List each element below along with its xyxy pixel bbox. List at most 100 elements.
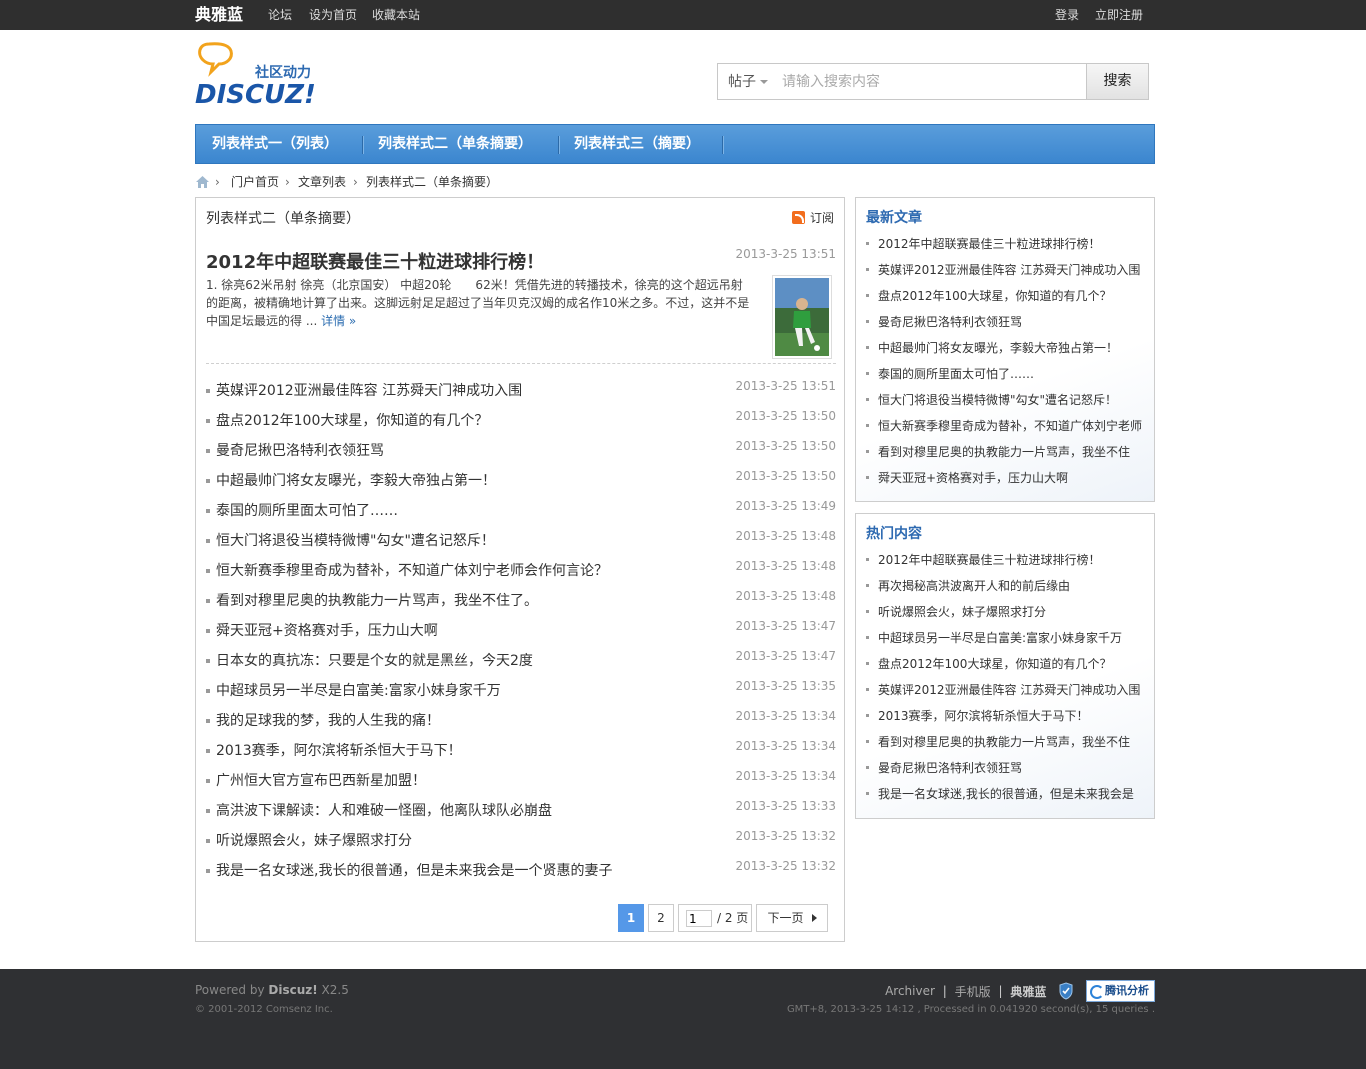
article-title-link[interactable]: 中超球员另一半尽是白富美:富家小妹身家千万 xyxy=(216,681,501,701)
featured-article-thumbnail[interactable] xyxy=(772,275,832,359)
article-title-link[interactable]: 广州恒大官方宣布巴西新星加盟！ xyxy=(216,771,426,791)
sidebar-article-link[interactable]: 泰国的厕所里面太可怕了…… xyxy=(866,366,1142,392)
article-title-link[interactable]: 舜天亚冠+资格赛对手，压力山大啊 xyxy=(216,621,438,641)
sidebar-article-link[interactable]: 恒大新赛季穆里奇成为替补，不知道广体刘宁老师 xyxy=(866,418,1142,444)
bullet-icon xyxy=(206,749,210,753)
featured-summary-text: 1. 徐亮62米吊射 徐亮（北京国安） 中超20轮 62米！凭借先进的转播技术，… xyxy=(206,278,750,328)
sidebar-article-link[interactable]: 英媒评2012亚洲最佳阵容 江苏舜天门神成功入围 xyxy=(866,682,1140,708)
site-brand-link[interactable]: 典雅蓝 xyxy=(195,5,243,25)
powered-by: Powered by Discuz! X2.5 xyxy=(195,983,349,997)
sidebar-article-link[interactable]: 2012年中超联赛最佳三十粒进球排行榜！ xyxy=(866,552,1140,578)
list-item: 曼奇尼揪巴洛特利衣领狂骂 2013-3-25 13:50 xyxy=(206,436,836,466)
sidebar-article-link[interactable]: 曼奇尼揪巴洛特利衣领狂骂 xyxy=(866,314,1142,340)
bullet-icon xyxy=(206,449,210,453)
article-title-link[interactable]: 恒大门将退役当模特微博"勾女"遭名记怒斥！ xyxy=(216,531,495,551)
sidebar-article-link[interactable]: 英媒评2012亚洲最佳阵容 江苏舜天门神成功入围 xyxy=(866,262,1142,288)
nav-divider xyxy=(722,136,723,154)
list-item: 中超球员另一半尽是白富美:富家小妹身家千万 2013-3-25 13:35 xyxy=(206,676,836,706)
bullet-icon xyxy=(206,539,210,543)
register-link[interactable]: 立即注册 xyxy=(1095,8,1143,22)
panel-heading: 列表样式二（单条摘要） xyxy=(206,211,360,227)
read-more-link[interactable]: 详情 » xyxy=(321,314,356,328)
nav-item-list-style-3[interactable]: 列表样式三（摘要） xyxy=(574,125,700,163)
page-total-label: / 2 页 xyxy=(717,911,749,925)
sidebar-article-link[interactable]: 盘点2012年100大球星，你知道的有几个？ xyxy=(866,288,1142,314)
article-title-link[interactable]: 日本女的真抗冻：只要是个女的就是黑丝，今天2度 xyxy=(216,651,533,671)
featured-article-title[interactable]: 2012年中超联赛最佳三十粒进球排行榜！ xyxy=(206,248,544,274)
bullet-icon xyxy=(206,659,210,663)
list-item: 广州恒大官方宣布巴西新星加盟！ 2013-3-25 13:34 xyxy=(206,766,836,796)
sidebar-article-link[interactable]: 再次揭秘高洪波离开人和的前后缘由 xyxy=(866,578,1140,604)
next-page-button[interactable]: 下一页 xyxy=(756,904,828,932)
article-title-link[interactable]: 我是一名女球迷,我长的很普通，但是未来我会是一个贤惠的妻子 xyxy=(216,861,612,881)
nav-divider xyxy=(558,136,559,154)
article-title-link[interactable]: 中超最帅门将女友曝光，李毅大帝独占第一！ xyxy=(216,471,496,491)
sidebar-article-link[interactable]: 看到对穆里尼奥的执教能力一片骂声，我坐不住 xyxy=(866,734,1140,760)
discuz-logo[interactable]: 社区动力 DISCUZ! xyxy=(195,40,335,110)
latest-articles-list: 2012年中超联赛最佳三十粒进球排行榜！ 英媒评2012亚洲最佳阵容 江苏舜天门神… xyxy=(866,236,1142,496)
shield-icon[interactable] xyxy=(1058,982,1074,1000)
article-title-link[interactable]: 泰国的厕所里面太可怕了…… xyxy=(216,501,398,521)
page-2-button[interactable]: 2 xyxy=(648,904,674,932)
list-item: 我的足球我的梦，我的人生我的痛！ 2013-3-25 13:34 xyxy=(206,706,836,736)
mobile-link[interactable]: 手机版 xyxy=(955,983,991,1000)
page-1-button[interactable]: 1 xyxy=(618,904,644,932)
login-link[interactable]: 登录 xyxy=(1055,8,1079,22)
sidebar-article-link[interactable]: 盘点2012年100大球星，你知道的有几个？ xyxy=(866,656,1140,682)
article-title-link[interactable]: 我的足球我的梦，我的人生我的痛！ xyxy=(216,711,440,731)
page-jump-input[interactable] xyxy=(686,910,712,927)
breadcrumb-article-list[interactable]: 文章列表 xyxy=(298,173,346,191)
featured-article-summary: 1. 徐亮62米吊射 徐亮（北京国安） 中超20轮 62米！凭借先进的转播技术，… xyxy=(206,276,754,330)
sidebar-article-link[interactable]: 中超球员另一半尽是白富美:富家小妹身家千万 xyxy=(866,630,1140,656)
nav-item-list-style-2[interactable]: 列表样式二（单条摘要） xyxy=(378,125,532,163)
article-title-link[interactable]: 盘点2012年100大球星，你知道的有几个？ xyxy=(216,411,488,431)
article-title-link[interactable]: 曼奇尼揪巴洛特利衣领狂骂 xyxy=(216,441,384,461)
tencent-analytics-badge[interactable]: 腾讯分析 xyxy=(1086,980,1155,1002)
sidebar-article-link[interactable]: 恒大门将退役当模特微博"勾女"遭名记怒斥！ xyxy=(866,392,1142,418)
breadcrumb-home[interactable]: 门户首页 xyxy=(231,173,279,191)
sidebar-article-link[interactable]: 我是一名女球迷,我长的很普通，但是未来我会是 xyxy=(866,786,1140,812)
bullet-icon xyxy=(206,779,210,783)
article-title-link[interactable]: 恒大新赛季穆里奇成为替补，不知道广体刘宁老师会作何言论？ xyxy=(216,561,608,581)
article-date: 2013-3-25 13:48 xyxy=(735,589,837,603)
bullet-icon xyxy=(206,479,210,483)
sidebar-article-link[interactable]: 中超最帅门将女友曝光，李毅大帝独占第一！ xyxy=(866,340,1142,366)
nav-divider xyxy=(362,136,363,154)
search-input[interactable] xyxy=(782,70,1082,94)
article-title-link[interactable]: 2013赛季，阿尔滨将斩杀恒大于马下！ xyxy=(216,741,462,761)
subscribe-link[interactable]: 订阅 xyxy=(791,209,834,226)
sidebar-article-link[interactable]: 2012年中超联赛最佳三十粒进球排行榜！ xyxy=(866,236,1142,262)
search-button[interactable]: 搜索 xyxy=(1086,64,1148,99)
sidebar-article-link[interactable]: 听说爆照会火，妹子爆照求打分 xyxy=(866,604,1140,630)
search-scope-select[interactable]: 帖子 xyxy=(728,73,768,91)
list-item: 泰国的厕所里面太可怕了…… 2013-3-25 13:49 xyxy=(206,496,836,526)
article-date: 2013-3-25 13:34 xyxy=(735,709,837,723)
list-item: 日本女的真抗冻：只要是个女的就是黑丝，今天2度 2013-3-25 13:47 xyxy=(206,646,836,676)
home-icon[interactable] xyxy=(195,175,210,189)
forum-link[interactable]: 论坛 xyxy=(268,8,292,22)
bullet-icon xyxy=(206,809,210,813)
divider: | xyxy=(942,984,947,998)
subscribe-label: 订阅 xyxy=(809,211,834,225)
sidebar-article-link[interactable]: 看到对穆里尼奥的执教能力一片骂声，我坐不住 xyxy=(866,444,1142,470)
sidebar-article-link[interactable]: 2013赛季，阿尔滨将斩杀恒大于马下！ xyxy=(866,708,1140,734)
article-date: 2013-3-25 13:50 xyxy=(735,439,837,453)
sidebar-article-link[interactable]: 舜天亚冠+资格赛对手，压力山大啊 xyxy=(866,470,1142,496)
caret-right-icon xyxy=(811,914,817,922)
article-title-link[interactable]: 高洪波下课解读：人和难破一怪圈，他离队球队必崩盘 xyxy=(216,801,552,821)
list-item: 看到对穆里尼奥的执教能力一片骂声，我坐不住了。 2013-3-25 13:48 xyxy=(206,586,836,616)
bookmark-link[interactable]: 收藏本站 xyxy=(372,8,420,22)
bullet-icon xyxy=(206,599,210,603)
nav-item-list-style-1[interactable]: 列表样式一（列表） xyxy=(212,125,338,163)
archiver-link[interactable]: Archiver xyxy=(885,984,935,998)
sidebar-article-link[interactable]: 曼奇尼揪巴洛特利衣领狂骂 xyxy=(866,760,1140,786)
discuz-link[interactable]: Discuz! xyxy=(268,983,317,997)
article-list: 英媒评2012亚洲最佳阵容 江苏舜天门神成功入围 2013-3-25 13:51 盘… xyxy=(206,376,836,886)
article-title-link[interactable]: 听说爆照会火，妹子爆照求打分 xyxy=(216,831,412,851)
theme-link[interactable]: 典雅蓝 xyxy=(1010,983,1046,1000)
article-title-link[interactable]: 看到对穆里尼奥的执教能力一片骂声，我坐不住了。 xyxy=(216,591,538,611)
set-homepage-link[interactable]: 设为首页 xyxy=(309,8,357,22)
latest-articles-title: 最新文章 xyxy=(866,210,922,226)
article-date: 2013-3-25 13:48 xyxy=(735,559,837,573)
article-title-link[interactable]: 英媒评2012亚洲最佳阵容 江苏舜天门神成功入围 xyxy=(216,381,522,401)
